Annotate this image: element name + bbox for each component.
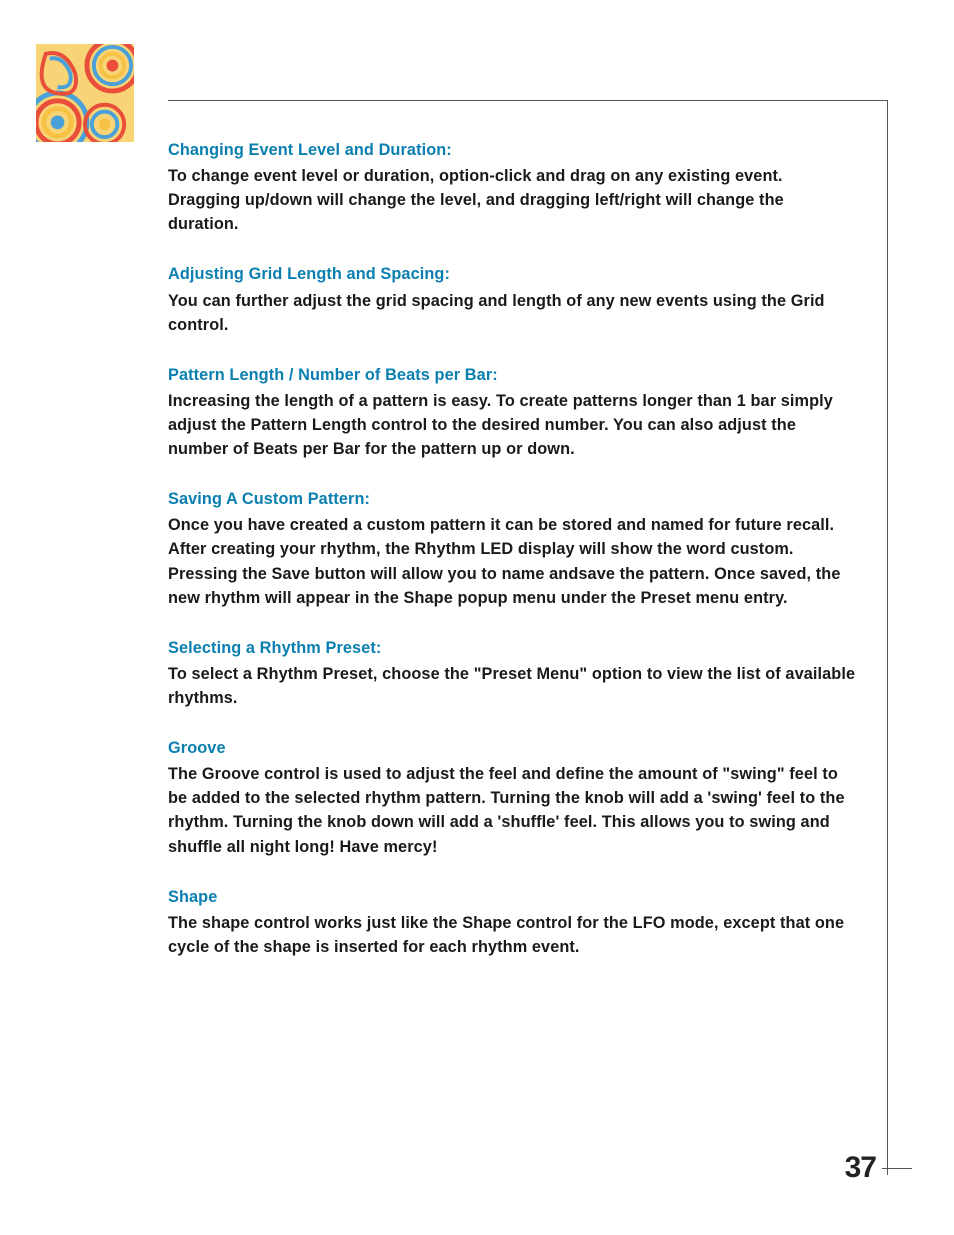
- section-heading: Pattern Length / Number of Beats per Bar…: [168, 363, 858, 387]
- page-number-rule: [882, 1168, 912, 1169]
- page-rule-vertical: [887, 100, 888, 1175]
- section-body: Once you have created a custom pattern i…: [168, 513, 858, 609]
- section-pattern-length: Pattern Length / Number of Beats per Bar…: [168, 363, 858, 461]
- section-selecting-rhythm-preset: Selecting a Rhythm Preset: To select a R…: [168, 636, 858, 710]
- section-heading: Groove: [168, 736, 858, 760]
- section-body: You can further adjust the grid spacing …: [168, 289, 858, 337]
- section-adjusting-grid-length: Adjusting Grid Length and Spacing: You c…: [168, 262, 858, 336]
- section-heading: Saving A Custom Pattern:: [168, 487, 858, 511]
- header-rule-horizontal: [168, 100, 888, 101]
- page-number: 37: [845, 1151, 876, 1185]
- section-heading: Selecting a Rhythm Preset:: [168, 636, 858, 660]
- section-groove: Groove The Groove control is used to adj…: [168, 736, 858, 859]
- section-heading: Adjusting Grid Length and Spacing:: [168, 262, 858, 286]
- section-heading: Shape: [168, 885, 858, 909]
- section-body: To change event level or duration, optio…: [168, 164, 858, 236]
- page-logo: [36, 44, 134, 142]
- page-number-container: 37: [845, 1151, 912, 1185]
- section-body: Increasing the length of a pattern is ea…: [168, 389, 858, 461]
- section-body: The Groove control is used to adjust the…: [168, 762, 858, 858]
- section-saving-custom-pattern: Saving A Custom Pattern: Once you have c…: [168, 487, 858, 610]
- section-heading: Changing Event Level and Duration:: [168, 138, 858, 162]
- section-body: The shape control works just like the Sh…: [168, 911, 858, 959]
- section-changing-event-level: Changing Event Level and Duration: To ch…: [168, 138, 858, 236]
- section-shape: Shape The shape control works just like …: [168, 885, 858, 959]
- section-body: To select a Rhythm Preset, choose the "P…: [168, 662, 858, 710]
- page-content: Changing Event Level and Duration: To ch…: [168, 138, 858, 985]
